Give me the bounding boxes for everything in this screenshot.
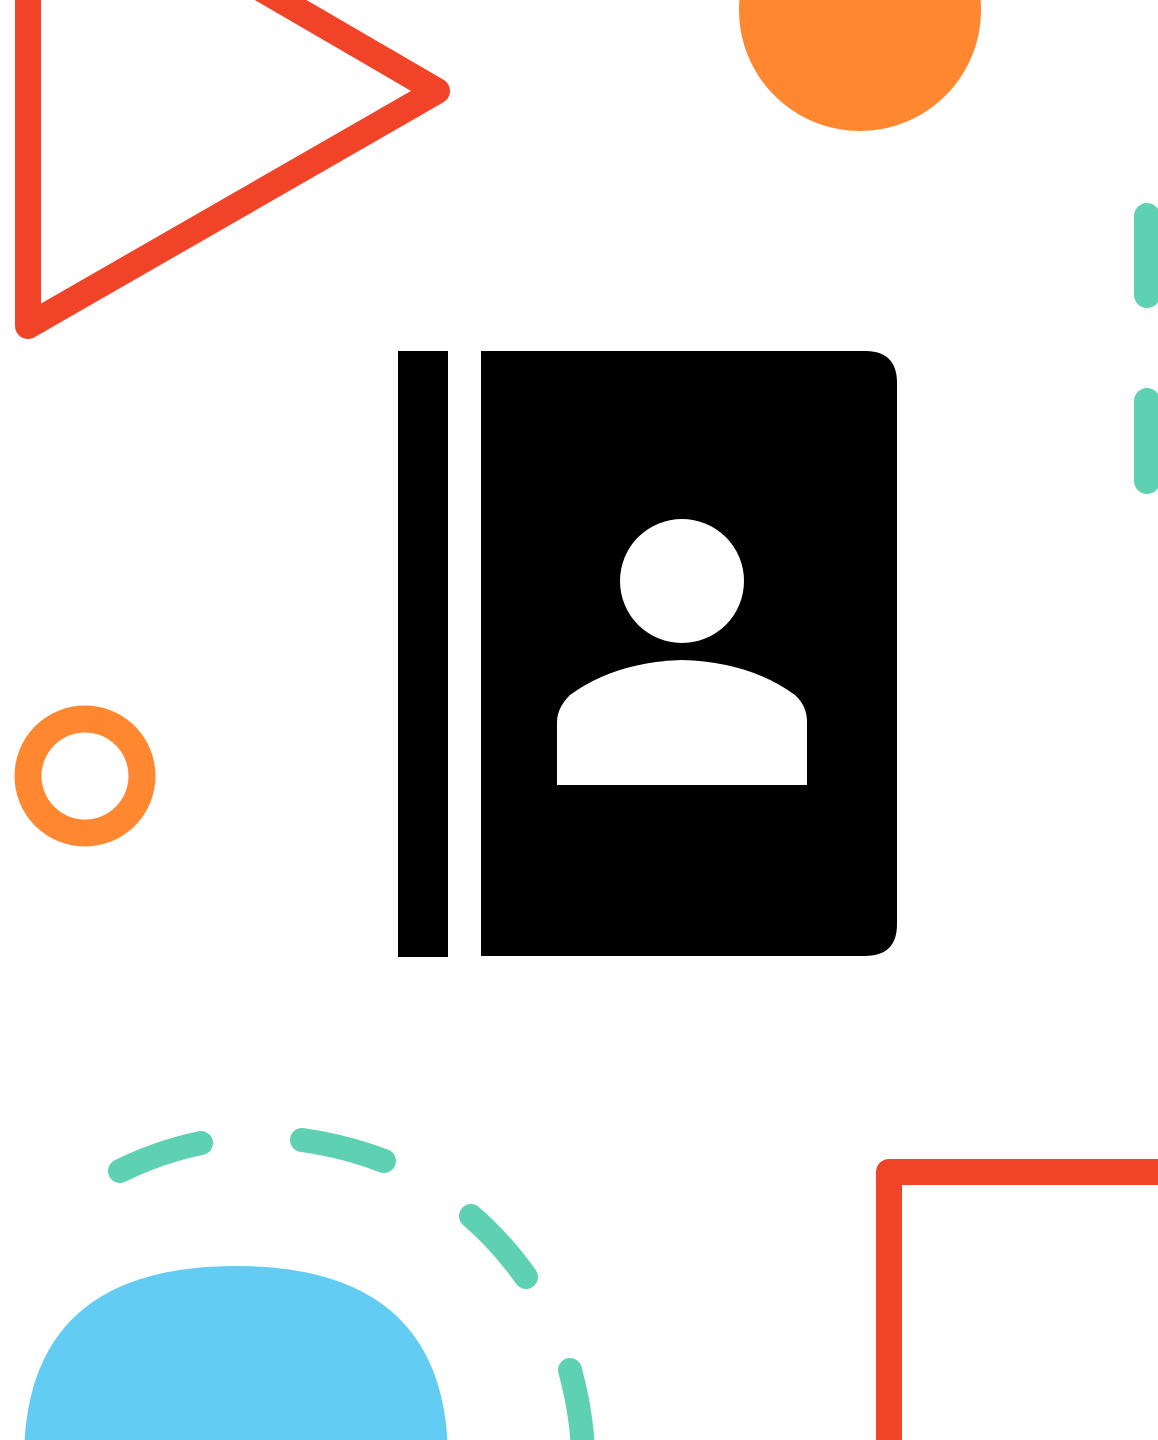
contact-book-icon (398, 351, 897, 957)
illustration-canvas (14, 0, 1158, 1440)
person-head-icon (620, 519, 744, 643)
orange-ring-shape (14, 705, 156, 847)
blue-semicircle-shape (24, 1266, 448, 1440)
orange-circle-shape (739, 0, 981, 131)
book-cover (481, 351, 897, 956)
triangle-outline-shape (15, 0, 450, 339)
red-square-outline-shape (876, 1159, 1158, 1440)
book-spine (398, 351, 448, 957)
